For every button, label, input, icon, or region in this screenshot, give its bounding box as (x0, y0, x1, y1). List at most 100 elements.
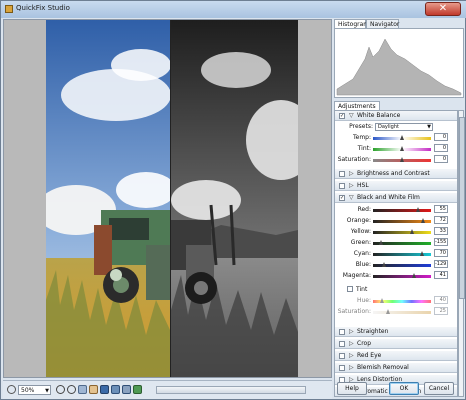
section-red-eye[interactable]: ▷ Red Eye (335, 351, 457, 361)
section-label: White Balance (357, 112, 401, 119)
right-panel: Histogram Navigator Adjustments ✓ ▽ Whit… (334, 19, 465, 397)
red-slider[interactable] (373, 207, 431, 212)
tab-navigator[interactable]: Navigator (366, 19, 399, 28)
section-white-balance[interactable]: ✓ ▽ White Balance (335, 111, 457, 121)
triangle-right-icon: ▷ (349, 352, 354, 359)
saturation-value[interactable]: 0 (434, 155, 448, 163)
app-window: QuickFix Studio ✕ 50% ▼ Histogram Naviga… (0, 0, 466, 400)
tint-row: Tint: 0 (335, 144, 457, 154)
blue-row: Blue: -129 (335, 260, 457, 270)
blue-slider[interactable] (373, 262, 431, 267)
temp-slider[interactable] (373, 135, 431, 140)
slider-thumb[interactable] (416, 207, 420, 212)
hsl-checkbox[interactable] (339, 183, 345, 189)
tint-value[interactable]: 0 (434, 144, 448, 152)
section-label: Red Eye (357, 352, 382, 359)
before-after-side-icon[interactable] (122, 385, 131, 394)
slider-thumb[interactable] (382, 262, 386, 267)
before-after-split-icon[interactable] (111, 385, 120, 394)
zoom-icon[interactable] (7, 385, 16, 394)
split-divider[interactable] (170, 20, 171, 377)
blemish-checkbox[interactable] (339, 365, 345, 371)
zoom-out-icon[interactable] (56, 385, 65, 394)
tint-checkbox[interactable] (347, 286, 353, 292)
zoom-select[interactable]: 50% ▼ (18, 385, 51, 395)
before-after-single-icon[interactable] (100, 385, 109, 394)
presets-select[interactable]: Daylight ▼ (375, 123, 433, 131)
triangle-down-icon: ▽ (349, 194, 354, 201)
help-button[interactable]: Help (337, 382, 367, 395)
yellow-row: Yellow: 33 (335, 227, 457, 237)
section-crop[interactable]: ▷ Crop (335, 339, 457, 349)
progress-bar (156, 386, 306, 394)
before-after-image (46, 20, 298, 377)
person-icon[interactable] (133, 385, 142, 394)
ok-button[interactable]: OK (389, 382, 419, 395)
tint-saturation-slider[interactable] (373, 309, 431, 314)
cyan-value[interactable]: 70 (434, 249, 448, 257)
magenta-slider[interactable] (373, 273, 431, 278)
crop-checkbox[interactable] (339, 341, 345, 347)
hue-value[interactable]: 40 (434, 296, 448, 304)
orange-slider[interactable] (373, 218, 431, 223)
section-brightness-contrast[interactable]: ▷ Brightness and Contrast (335, 169, 457, 179)
hand-icon[interactable] (89, 385, 98, 394)
straighten-checkbox[interactable] (339, 329, 345, 335)
tint-saturation-value[interactable]: 25 (434, 307, 448, 315)
window-title: QuickFix Studio (16, 4, 70, 12)
slider-thumb[interactable] (400, 146, 404, 151)
tint-toggle-row: Tint (335, 285, 457, 295)
black-white-checkbox[interactable]: ✓ (339, 195, 345, 201)
yellow-value[interactable]: 33 (434, 227, 448, 235)
tab-adjustments[interactable]: Adjustments (334, 101, 380, 110)
section-hsl[interactable]: ▷ HSL (335, 181, 457, 191)
hue-slider[interactable] (373, 298, 431, 303)
slider-thumb[interactable] (410, 229, 414, 234)
slider-thumb[interactable] (421, 218, 425, 223)
red-label: Red: (357, 206, 371, 213)
saturation-slider[interactable] (373, 157, 431, 162)
brightness-checkbox[interactable] (339, 171, 345, 177)
white-balance-checkbox[interactable]: ✓ (339, 113, 345, 119)
green-slider[interactable] (373, 240, 431, 245)
slider-thumb[interactable] (379, 240, 383, 245)
yellow-slider[interactable] (373, 229, 431, 234)
zoom-fit-icon[interactable] (78, 385, 87, 394)
photo (46, 20, 298, 377)
red-eye-checkbox[interactable] (339, 353, 345, 359)
cyan-slider[interactable] (373, 251, 431, 256)
section-label: Black and White Film (357, 194, 420, 201)
section-straighten[interactable]: ▷ Straighten (335, 327, 457, 337)
adjustments-scrollbar[interactable] (458, 110, 465, 397)
scrollbar-thumb[interactable] (459, 117, 465, 299)
zoom-in-icon[interactable] (67, 385, 76, 394)
saturation-row: Saturation: 0 (335, 155, 457, 165)
slider-thumb[interactable] (380, 298, 384, 303)
chevron-down-icon: ▼ (427, 124, 431, 130)
slider-thumb[interactable] (420, 251, 424, 256)
tint-toggle-label: Tint (356, 286, 368, 293)
slider-thumb[interactable] (386, 309, 390, 314)
slider-thumb[interactable] (400, 135, 404, 140)
triangle-down-icon: ▽ (349, 112, 354, 119)
slider-thumb[interactable] (400, 157, 404, 162)
orange-value[interactable]: 72 (434, 216, 448, 224)
green-label: Green: (350, 239, 371, 246)
cancel-button[interactable]: Cancel (424, 382, 454, 395)
temp-value[interactable]: 0 (434, 133, 448, 141)
section-blemish-removal[interactable]: ▷ Blemish Removal (335, 363, 457, 373)
tab-histogram[interactable]: Histogram (334, 19, 369, 28)
section-black-white-film[interactable]: ✓ ▽ Black and White Film (335, 193, 457, 203)
red-value[interactable]: 55 (434, 205, 448, 213)
green-value[interactable]: -155 (434, 238, 448, 246)
blue-value[interactable]: -129 (434, 260, 448, 268)
adjustments-list: ✓ ▽ White Balance Presets: Daylight ▼ Te… (334, 110, 458, 397)
tint-saturation-row: Saturation: 25 (335, 307, 457, 317)
slider-thumb[interactable] (412, 273, 416, 278)
image-preview[interactable] (3, 19, 332, 378)
tint-slider[interactable] (373, 146, 431, 151)
hue-label: Hue: (356, 297, 371, 304)
triangle-right-icon: ▷ (349, 182, 354, 189)
close-button[interactable]: ✕ (425, 2, 461, 16)
magenta-value[interactable]: 41 (434, 271, 448, 279)
